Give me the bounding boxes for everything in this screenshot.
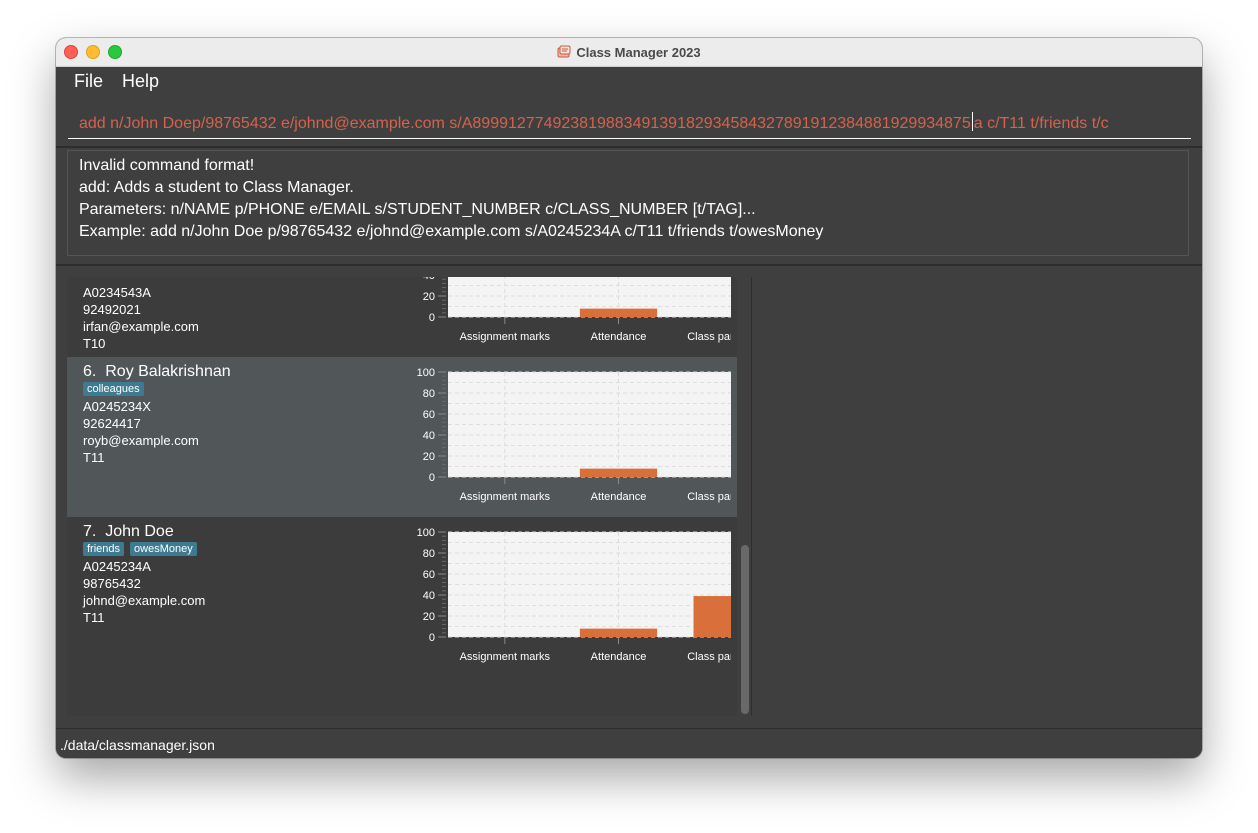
tag-badge: friends <box>83 542 125 556</box>
student-phone: 92624417 <box>83 416 141 431</box>
y-tick-label: 40 <box>423 590 435 602</box>
window-title-group: Class Manager 2023 <box>557 44 701 60</box>
text-caret <box>971 112 973 131</box>
minimize-window-button[interactable] <box>86 45 100 59</box>
status-bar: ./data/classmanager.json <box>56 728 1202 758</box>
student-index: 7. <box>83 523 97 540</box>
window-title: Class Manager 2023 <box>576 44 701 60</box>
x-tick-label: Attendance <box>591 651 647 663</box>
menu-bar: File Help <box>56 67 1202 95</box>
x-tick-label: Class participation <box>687 331 731 343</box>
maximize-window-button[interactable] <box>108 45 122 59</box>
x-tick-label: Class participation <box>687 651 731 663</box>
result-line: add: Adds a student to Class Manager. <box>79 179 354 196</box>
scrollbar-thumb[interactable] <box>741 545 749 714</box>
result-line: Parameters: n/NAME p/PHONE e/EMAIL s/STU… <box>79 201 756 218</box>
student-card[interactable]: A0234543A 92492021 irfan@example.com T10… <box>67 277 737 357</box>
student-tags: colleagues <box>83 382 144 396</box>
result-display: Invalid command format! add: Adds a stud… <box>67 150 1189 256</box>
student-class: T11 <box>83 610 105 625</box>
student-tags: friends owesMoney <box>83 542 197 556</box>
list-scrollbar[interactable] <box>739 277 751 716</box>
student-phone: 98765432 <box>83 576 141 591</box>
title-bar: Class Manager 2023 <box>56 38 1202 67</box>
chart-bar <box>579 628 658 637</box>
chart-bar <box>579 468 658 477</box>
command-input[interactable]: add n/John Doep/98765432 e/johnd@example… <box>68 106 1191 139</box>
student-email: royb@example.com <box>83 433 199 448</box>
y-tick-label: 20 <box>423 611 435 623</box>
y-tick-label: 20 <box>423 291 435 303</box>
window-controls <box>64 45 122 59</box>
y-tick-label: 80 <box>423 388 435 400</box>
command-text-after-caret: a c/T11 t/friends t/c <box>973 115 1109 132</box>
student-email: johnd@example.com <box>83 593 206 608</box>
x-tick-label: Assignment marks <box>460 651 551 663</box>
y-tick-label: 80 <box>423 548 435 560</box>
y-tick-label: 0 <box>429 632 435 644</box>
x-tick-label: Class participation <box>687 491 731 503</box>
x-tick-label: Attendance <box>591 331 647 343</box>
y-tick-label: 60 <box>423 409 435 421</box>
save-location-path: ./data/classmanager.json <box>60 737 215 753</box>
y-tick-label: 20 <box>423 451 435 463</box>
y-tick-label: 0 <box>429 472 435 484</box>
student-card[interactable]: 7. John Doe friends owesMoney A0245234A … <box>67 517 737 677</box>
student-list[interactable]: A0234543A 92492021 irfan@example.com T10… <box>67 277 737 716</box>
student-grades-chart: 0 20 40 60 80 100 Assignment marks Attendance Cl… <box>417 527 731 663</box>
y-tick-label: 0 <box>429 312 435 324</box>
student-number: A0234543A <box>83 285 151 300</box>
app-logo-icon <box>557 45 571 58</box>
student-name: Roy Balakrishnan <box>105 363 231 380</box>
menu-file[interactable]: File <box>65 71 112 92</box>
student-number: A0245234X <box>83 399 151 414</box>
divider <box>56 146 1202 148</box>
command-text-before-caret: add n/John Doep/98765432 e/johnd@example… <box>79 115 971 132</box>
student-name: John Doe <box>105 523 174 540</box>
divider <box>751 277 752 716</box>
student-email: irfan@example.com <box>83 319 199 334</box>
student-grades-chart: 0 20 40 60 80 100 Assignment marks Attendance Cl… <box>417 367 731 503</box>
y-tick-label: 40 <box>423 277 435 282</box>
result-line: Example: add n/John Doe p/98765432 e/joh… <box>79 223 824 240</box>
student-name-line: 7. John Doe <box>83 523 174 541</box>
x-tick-label: Assignment marks <box>460 331 551 343</box>
student-class: T11 <box>83 450 105 465</box>
tag-badge: colleagues <box>83 382 144 396</box>
y-tick-label: 100 <box>417 527 435 539</box>
tag-badge: owesMoney <box>130 542 197 556</box>
menu-help[interactable]: Help <box>113 71 168 92</box>
chart-bar <box>693 596 731 637</box>
student-phone: 92492021 <box>83 302 141 317</box>
student-class: T10 <box>83 336 106 351</box>
y-tick-label: 40 <box>423 430 435 442</box>
student-card[interactable]: 6. Roy Balakrishnan colleagues A0245234X… <box>67 357 737 517</box>
command-text: add n/John Doep/98765432 e/johnd@example… <box>79 112 1109 133</box>
app-window: Class Manager 2023 File Help add n/John … <box>56 38 1202 758</box>
result-line: Invalid command format! <box>79 157 255 174</box>
x-tick-label: Assignment marks <box>460 491 551 503</box>
close-window-button[interactable] <box>64 45 78 59</box>
student-number: A0245234A <box>83 559 151 574</box>
student-name-line: 6. Roy Balakrishnan <box>83 363 231 381</box>
student-grades-chart: 020406080100Assignment marksAttendanceCl… <box>423 277 731 343</box>
y-tick-label: 60 <box>423 569 435 581</box>
y-tick-label: 100 <box>417 367 435 379</box>
command-box-container: add n/John Doep/98765432 e/johnd@example… <box>56 96 1202 144</box>
x-tick-label: Attendance <box>591 491 647 503</box>
chart-bar <box>579 308 658 317</box>
student-index: 6. <box>83 363 97 380</box>
divider <box>56 264 1202 266</box>
